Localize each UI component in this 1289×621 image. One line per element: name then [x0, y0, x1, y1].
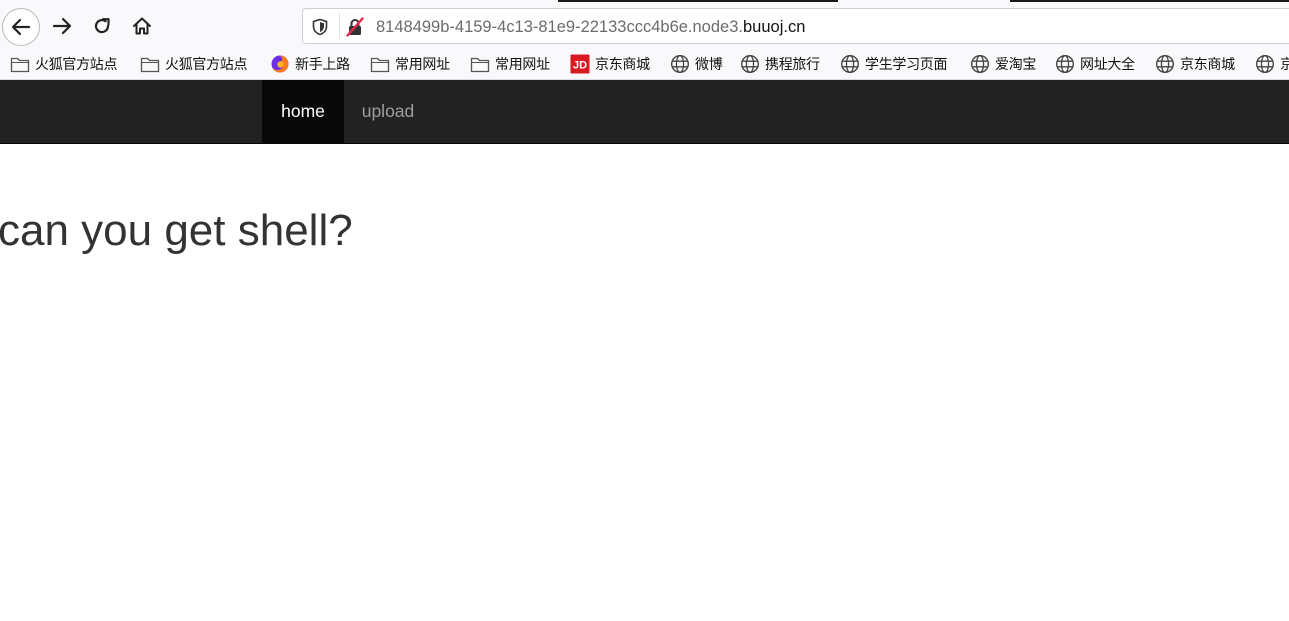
bookmark-label: 京	[1280, 54, 1289, 74]
globe-icon	[1155, 54, 1175, 74]
folder-icon	[10, 55, 30, 73]
bookmark-label: 微博	[695, 57, 723, 73]
bookmarks-toolbar: 火狐官方站点 火狐官方站点 新手上路 常用网址 常用网址 JD 京东商城 微博 …	[0, 50, 1289, 80]
bookmark-item[interactable]: 网址大全	[1055, 53, 1135, 75]
reload-button[interactable]	[84, 8, 120, 44]
insecure-connection-icon[interactable]	[345, 17, 365, 37]
url-bar[interactable]: 8148499b-4159-4c13-81e9-22133ccc4b6e.nod…	[302, 8, 1289, 44]
bookmark-folder[interactable]: 常用网址	[470, 53, 550, 75]
bookmark-item[interactable]: 学生学习页面	[840, 53, 948, 75]
url-separator	[339, 13, 340, 39]
url-domain: buuoj.cn	[742, 18, 806, 36]
tracking-protection-shield-icon[interactable]	[310, 17, 330, 37]
globe-icon	[670, 54, 690, 74]
globe-icon	[840, 54, 860, 74]
bookmark-label: 网址大全	[1080, 57, 1135, 73]
forward-button[interactable]	[44, 8, 80, 44]
bookmark-label: 常用网址	[495, 57, 550, 73]
bookmark-label: 爱淘宝	[995, 57, 1037, 73]
globe-icon	[1255, 54, 1275, 74]
globe-icon	[740, 54, 760, 74]
bookmark-item[interactable]: 携程旅行	[740, 53, 820, 75]
bookmark-label: 学生学习页面	[865, 57, 948, 73]
folder-icon	[140, 55, 160, 73]
bookmark-label: 携程旅行	[765, 57, 820, 73]
nav-home-link[interactable]: home	[262, 80, 344, 143]
folder-icon	[370, 55, 390, 73]
bookmark-folder[interactable]: 常用网址	[370, 53, 450, 75]
tab-strip-edge	[558, 0, 838, 2]
bookmark-item[interactable]: 爱淘宝	[970, 53, 1036, 75]
bookmark-label: 京东商城	[595, 57, 650, 73]
bookmark-folder[interactable]: 火狐官方站点	[10, 53, 118, 75]
nav-upload-link[interactable]: upload	[344, 80, 432, 143]
bookmark-item[interactable]: JD 京东商城	[570, 53, 650, 75]
site-navbar: home upload	[0, 80, 1289, 144]
back-arrow-icon	[11, 18, 31, 36]
jd-icon: JD	[570, 54, 590, 74]
bookmark-label: 京东商城	[1180, 57, 1235, 73]
bookmark-item[interactable]: 微博	[670, 53, 723, 75]
bookmark-label: 新手上路	[295, 57, 350, 73]
url-subdomain: 8148499b-4159-4c13-81e9-22133ccc4b6e.nod…	[376, 18, 743, 36]
globe-icon	[970, 54, 990, 74]
home-icon	[133, 17, 151, 35]
bookmark-item[interactable]: 新手上路	[270, 53, 350, 75]
page-headline: can you get shell?	[0, 206, 353, 255]
reload-icon	[94, 18, 110, 34]
tab-strip-edge	[1010, 0, 1289, 2]
bookmark-folder[interactable]: 火狐官方站点	[140, 53, 248, 75]
back-button[interactable]	[2, 8, 40, 46]
forward-arrow-icon	[52, 17, 72, 35]
browser-toolbar: 8148499b-4159-4c13-81e9-22133ccc4b6e.nod…	[0, 0, 1289, 50]
firefox-icon	[270, 55, 290, 73]
globe-icon	[1055, 54, 1075, 74]
bookmark-label: 常用网址	[395, 57, 450, 73]
bookmark-label: 火狐官方站点	[165, 57, 248, 73]
bookmark-label: 火狐官方站点	[35, 57, 118, 73]
home-button[interactable]	[124, 8, 160, 44]
bookmark-item[interactable]: 京	[1255, 53, 1289, 75]
url-text[interactable]: 8148499b-4159-4c13-81e9-22133ccc4b6e.nod…	[376, 17, 805, 37]
folder-icon	[470, 55, 490, 73]
svg-text:JD: JD	[573, 60, 587, 72]
bookmark-item[interactable]: 京东商城	[1155, 53, 1235, 75]
